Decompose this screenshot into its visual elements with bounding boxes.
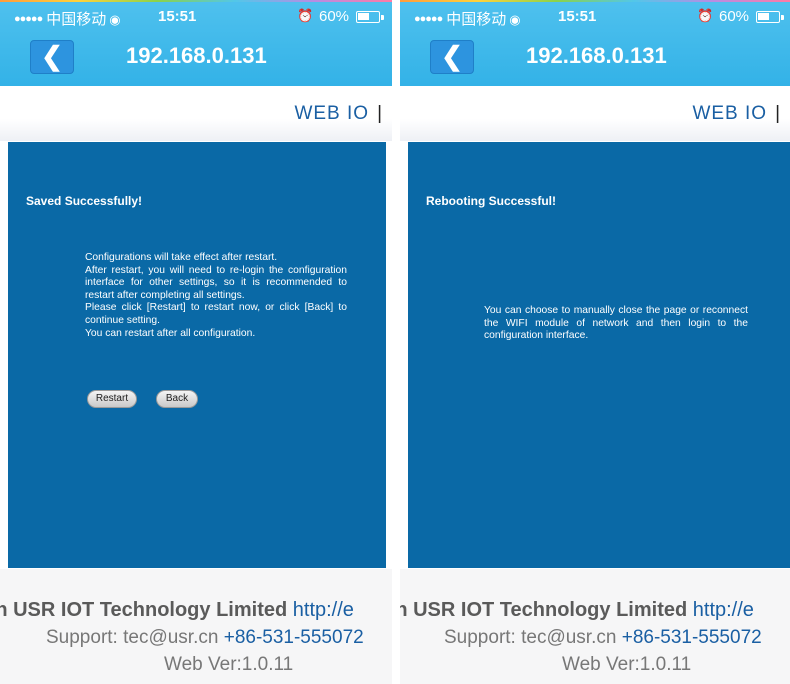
company-line: nan USR IOT Technology Limited http://e <box>0 599 354 622</box>
alarm-icon: ⏰ <box>297 8 314 23</box>
page-footer: nan USR IOT Technology Limited http://e … <box>400 569 790 684</box>
support-line: Support: tec@usr.cn +86-531-555072 <box>444 627 762 649</box>
nav-title: 192.168.0.131 <box>526 43 667 68</box>
accent-stripe <box>0 0 392 2</box>
company-url-link[interactable]: http://e <box>693 599 754 621</box>
support-phone-link[interactable]: +86-531-555072 <box>622 627 762 648</box>
battery-nub <box>781 14 784 20</box>
support-line: Support: tec@usr.cn +86-531-555072 <box>46 627 364 649</box>
status-bar: ●●●●● 中国移动 ◉ 15:51 ⏰ 60% <box>0 8 392 28</box>
message-line: You can choose to manually close the pag… <box>484 305 748 342</box>
web-io-menu[interactable]: WEB IO | <box>692 103 780 125</box>
status-bar: ●●●●● 中国移动 ◉ 15:51 ⏰ 60% <box>400 8 790 28</box>
alarm-icon: ⏰ <box>697 8 714 23</box>
web-io-link[interactable]: WEB IO <box>692 103 767 124</box>
company-line: nan USR IOT Technology Limited http://e <box>400 599 754 622</box>
support-email: Support: tec@usr.cn <box>46 627 219 648</box>
page-header: WEB IO | <box>400 86 790 141</box>
battery-fill <box>758 13 769 20</box>
top-bar: ●●●●● 中国移动 ◉ 15:51 ⏰ 60% ❮ 192.168.0.131 <box>0 0 392 86</box>
accent-stripe <box>400 0 790 2</box>
battery-fill <box>358 13 369 20</box>
panel-title: Rebooting Successful! <box>426 194 557 208</box>
menu-separator: | <box>377 103 382 124</box>
message-line: Please click [Restart] to restart now, o… <box>85 302 347 326</box>
back-button[interactable]: Back <box>156 390 198 408</box>
company-url-link[interactable]: http://e <box>293 599 354 621</box>
phone-screen-rebooting: ●●●●● 中国移动 ◉ 15:51 ⏰ 60% ❮ 192.168.0.131 W… <box>400 0 790 684</box>
status-time: 15:51 <box>558 8 597 25</box>
back-nav-button[interactable]: ❮ <box>430 40 474 74</box>
web-version: Web Ver:1.0.11 <box>164 654 294 675</box>
page-header: WEB IO | <box>0 86 392 141</box>
page-footer: nan USR IOT Technology Limited http://e … <box>0 569 392 684</box>
content-panel: Saved Successfully! Configurations will … <box>8 142 386 568</box>
web-io-link[interactable]: WEB IO <box>294 103 369 124</box>
web-version: Web Ver:1.0.11 <box>562 654 692 675</box>
company-name: nan USR IOT Technology Limited <box>400 599 688 621</box>
carrier-name: 中国移动 <box>446 11 507 28</box>
web-io-menu[interactable]: WEB IO | <box>294 103 382 125</box>
carrier-name: 中国移动 <box>46 11 107 28</box>
message-line: Configurations will take effect after re… <box>85 252 278 263</box>
battery-icon <box>356 11 384 23</box>
company-name: nan USR IOT Technology Limited <box>0 599 288 621</box>
nav-title: 192.168.0.131 <box>126 43 267 68</box>
support-email: Support: tec@usr.cn <box>444 627 617 648</box>
back-nav-button[interactable]: ❮ <box>30 40 74 74</box>
signal-strength-icon: ●●●●● <box>14 13 43 25</box>
carrier-group: ●●●●● 中国移动 ◉ <box>14 8 121 29</box>
top-bar: ●●●●● 中国移动 ◉ 15:51 ⏰ 60% ❮ 192.168.0.131 <box>400 0 790 86</box>
panel-message: Configurations will take effect after re… <box>85 252 347 340</box>
panel-title: Saved Successfully! <box>26 194 143 208</box>
message-line: You can restart after all configuration. <box>85 327 256 339</box>
carrier-group: ●●●●● 中国移动 ◉ <box>414 8 521 29</box>
content-panel: Rebooting Successful! You can choose to … <box>408 142 790 568</box>
message-line: After restart, you will need to re-login… <box>85 264 347 301</box>
wifi-icon: ◉ <box>109 12 121 27</box>
menu-separator: | <box>775 103 780 124</box>
battery-nub <box>381 14 384 20</box>
battery-percent: 60% <box>319 8 350 25</box>
panel-message: You can choose to manually close the pag… <box>484 305 748 343</box>
battery-icon <box>756 11 784 23</box>
restart-button[interactable]: Restart <box>87 390 137 408</box>
battery-percent: 60% <box>719 8 750 25</box>
support-phone-link[interactable]: +86-531-555072 <box>224 627 364 648</box>
signal-strength-icon: ●●●●● <box>414 13 443 25</box>
phone-screen-saved: ●●●●● 中国移动 ◉ 15:51 ⏰ 60% ❮ 192.168.0.131 W… <box>0 0 392 684</box>
wifi-icon: ◉ <box>509 12 521 27</box>
screenshot-pair: ●●●●● 中国移动 ◉ 15:51 ⏰ 60% ❮ 192.168.0.131 W… <box>0 0 790 684</box>
status-time: 15:51 <box>158 8 197 25</box>
